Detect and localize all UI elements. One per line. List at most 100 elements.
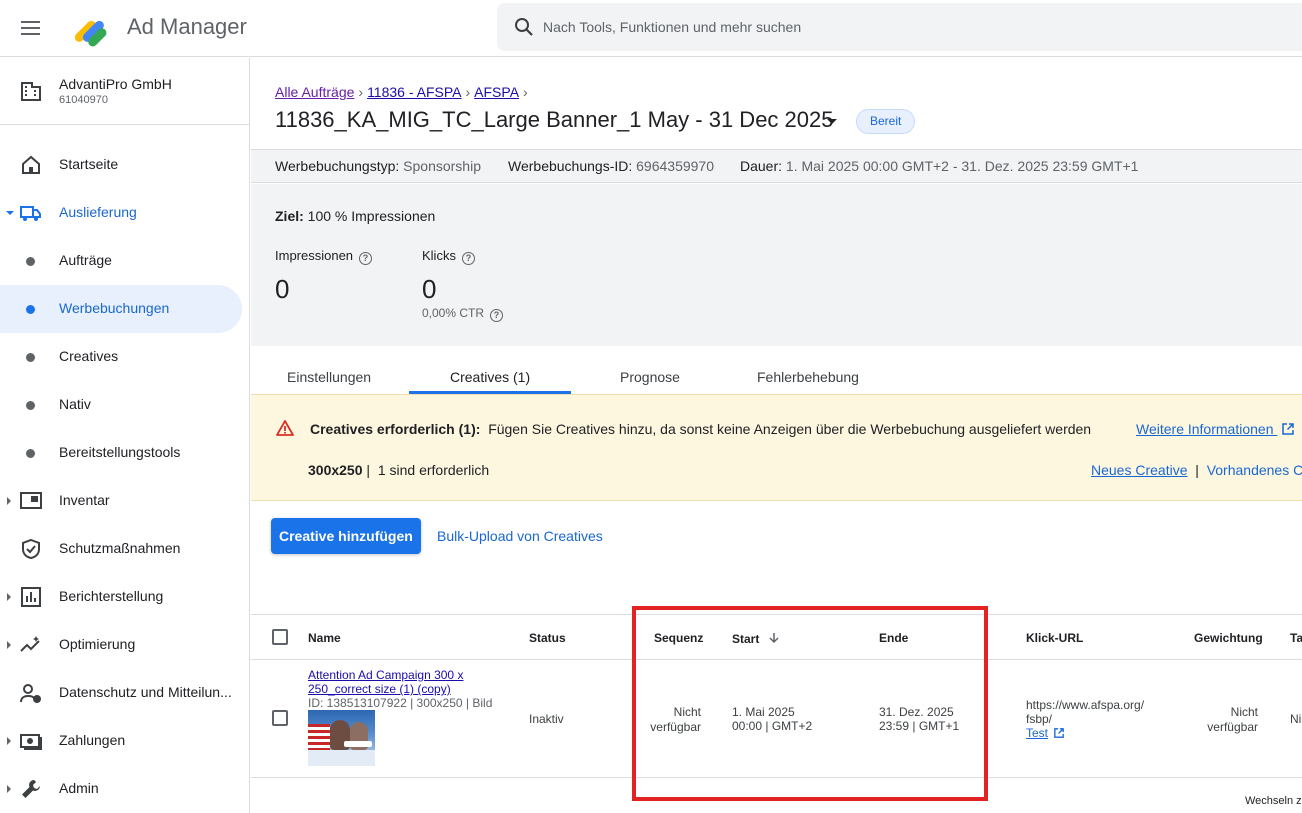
bullet-icon xyxy=(26,449,35,458)
weighting-line1: Nicht xyxy=(1230,705,1258,719)
payments-icon xyxy=(20,734,42,750)
breadcrumb-advertiser[interactable]: AFSPA xyxy=(474,84,519,100)
warning-text: Creatives erforderlich (1): Fügen Sie Cr… xyxy=(310,421,1091,437)
expand-down-icon xyxy=(6,211,14,215)
account-switcher[interactable]: AdvantiPro GmbH 61040970 xyxy=(0,58,250,125)
nav-protections[interactable]: Schutzmaßnahmen xyxy=(0,525,242,573)
creative-thumbnail[interactable] xyxy=(308,710,375,766)
creatives-required-banner: Creatives erforderlich (1): Fügen Sie Cr… xyxy=(251,394,1302,501)
table-header: Name Status Sequenz Start Ende Klick-URL… xyxy=(251,614,1302,660)
meta-id-label: Werbebuchungs-ID: xyxy=(508,158,633,174)
chevron-right-icon: › xyxy=(523,84,528,100)
search-input[interactable] xyxy=(543,15,1243,39)
bullet-icon xyxy=(26,401,35,410)
nav-optimization[interactable]: Optimierung xyxy=(0,621,242,669)
learn-more-link[interactable]: Weitere Informationen xyxy=(1136,421,1295,437)
tab-bar: Einstellungen Creatives (1) Prognose Feh… xyxy=(251,346,1302,394)
meta-duration-value: 1. Mai 2025 00:00 GMT+2 - 31. Dez. 2025 … xyxy=(785,158,1139,174)
col-end[interactable]: Ende xyxy=(879,631,908,645)
account-name: AdvantiPro GmbH xyxy=(59,76,172,92)
weighting-cell: Nicht verfügbar xyxy=(1191,705,1258,735)
select-all-checkbox[interactable] xyxy=(272,629,288,645)
main-content: Alle Aufträge › 11836 - AFSPA › AFSPA › 11836… xyxy=(251,58,1302,813)
meta-id: Werbebuchungs-ID: 6964359970 xyxy=(508,158,714,174)
end-date: 31. Dez. 2025 xyxy=(879,705,954,719)
nav-delivery-tools[interactable]: Bereitstellungstools xyxy=(0,429,242,477)
creative-links: Neues Creative | Vorhandenes Cr xyxy=(1091,462,1302,478)
nav-delivery[interactable]: Auslieferung xyxy=(0,189,242,237)
end-cell: 31. Dez. 2025 23:59 | GMT+1 xyxy=(879,705,959,733)
title-dropdown-icon[interactable] xyxy=(827,119,837,124)
help-icon[interactable]: ? xyxy=(359,252,373,265)
main-menu-button[interactable] xyxy=(18,17,44,39)
nav-home[interactable]: Startseite xyxy=(0,141,242,189)
test-url-link[interactable]: Test xyxy=(1026,726,1048,740)
nav-line-items[interactable]: Werbebuchungen xyxy=(0,285,242,333)
open-in-new-icon xyxy=(1282,423,1295,435)
col-start[interactable]: Start xyxy=(732,632,780,646)
clicks-value: 0 xyxy=(422,274,437,304)
line-item-meta-bar: Werbebuchungstyp: Sponsorship Werbebuchu… xyxy=(251,149,1302,183)
help-icon[interactable]: ? xyxy=(461,252,475,265)
privacy-icon xyxy=(20,684,41,703)
required-size-sep: | xyxy=(366,462,371,478)
nav-label: Aufträge xyxy=(59,252,112,268)
tab-troubleshooting[interactable]: Fehlerbehebung xyxy=(757,369,859,385)
search-icon xyxy=(515,18,533,36)
existing-creative-link[interactable]: Vorhandenes Cr xyxy=(1207,462,1302,478)
clicks-label-wrap: Klicks? xyxy=(422,248,475,265)
help-icon[interactable]: ? xyxy=(490,309,504,322)
nav-native[interactable]: Nativ xyxy=(0,381,242,429)
learn-more-label: Weitere Informationen xyxy=(1136,421,1274,437)
nav-reporting[interactable]: Berichterstellung xyxy=(0,573,242,621)
footer-note[interactable]: Wechseln z xyxy=(1245,795,1302,807)
page-title: 11836_KA_MIG_TC_Large Banner_1 May - 31 … xyxy=(275,107,834,132)
ctr-wrap: 0,00% CTR? xyxy=(422,306,504,322)
col-weighting[interactable]: Gewichtung xyxy=(1194,631,1263,645)
col-sequence[interactable]: Sequenz xyxy=(654,631,703,645)
status-badge: Bereit xyxy=(856,109,916,134)
nav-inventory[interactable]: Inventar xyxy=(0,477,242,525)
nav-payments[interactable]: Zahlungen xyxy=(0,717,242,765)
creative-name-line1: Attention Ad Campaign 300 x xyxy=(308,668,464,682)
nav-label: Startseite xyxy=(59,156,119,172)
nav-label: Berichterstellung xyxy=(59,588,164,604)
nav-label: Bereitstellungstools xyxy=(59,444,181,460)
tab-creatives[interactable]: Creatives (1) xyxy=(450,369,530,385)
col-name[interactable]: Name xyxy=(308,631,341,645)
nav-orders[interactable]: Aufträge xyxy=(0,237,242,285)
row-checkbox[interactable] xyxy=(272,710,288,726)
stats-panel: Ziel: 100 % Impressionen Impressionen? 0… xyxy=(251,184,1302,346)
col-click-url[interactable]: Klick-URL xyxy=(1026,631,1083,645)
creative-name-link[interactable]: Attention Ad Campaign 300 x 250_correct s… xyxy=(308,668,463,696)
search-box[interactable] xyxy=(497,3,1302,51)
breadcrumb-all-orders[interactable]: Alle Aufträge xyxy=(275,84,354,100)
wrench-icon xyxy=(22,780,40,798)
nav-creatives[interactable]: Creatives xyxy=(0,333,242,381)
nav-privacy[interactable]: Datenschutz und Mitteilun... xyxy=(0,669,242,717)
bulk-upload-button[interactable]: Bulk-Upload von Creatives xyxy=(437,528,603,544)
start-time: 00:00 | GMT+2 xyxy=(732,719,813,733)
tab-settings[interactable]: Einstellungen xyxy=(287,369,371,385)
weighting-line2: verfügbar xyxy=(1207,720,1258,734)
click-url-line1: https://www.afspa.org/ xyxy=(1026,698,1145,712)
new-creative-link[interactable]: Neues Creative xyxy=(1091,462,1188,478)
app-title[interactable]: Ad Manager xyxy=(127,14,247,40)
test-url-label: Test xyxy=(1026,726,1049,740)
creative-meta: ID: 138513107922 | 300x250 | Bild xyxy=(308,696,493,710)
add-creative-button[interactable]: Creative hinzufügen xyxy=(271,518,421,554)
breadcrumb-order[interactable]: 11836 - AFSPA xyxy=(367,84,461,100)
thumbnail-flag xyxy=(308,724,330,750)
col-truncated[interactable]: Ta xyxy=(1290,631,1302,645)
meta-type: Werbebuchungstyp: Sponsorship xyxy=(275,158,481,174)
top-bar: Ad Manager xyxy=(0,0,1302,57)
creative-links-sep: | xyxy=(1195,462,1199,478)
col-status[interactable]: Status xyxy=(529,631,566,645)
tab-forecast[interactable]: Prognose xyxy=(620,369,680,385)
home-icon xyxy=(22,155,40,174)
nav-admin[interactable]: Admin xyxy=(0,765,242,813)
goal-value: 100 % Impressionen xyxy=(307,208,436,224)
nav-label: Creatives xyxy=(59,348,119,364)
bullet-icon xyxy=(26,257,35,266)
col-start-label: Start xyxy=(732,632,760,646)
